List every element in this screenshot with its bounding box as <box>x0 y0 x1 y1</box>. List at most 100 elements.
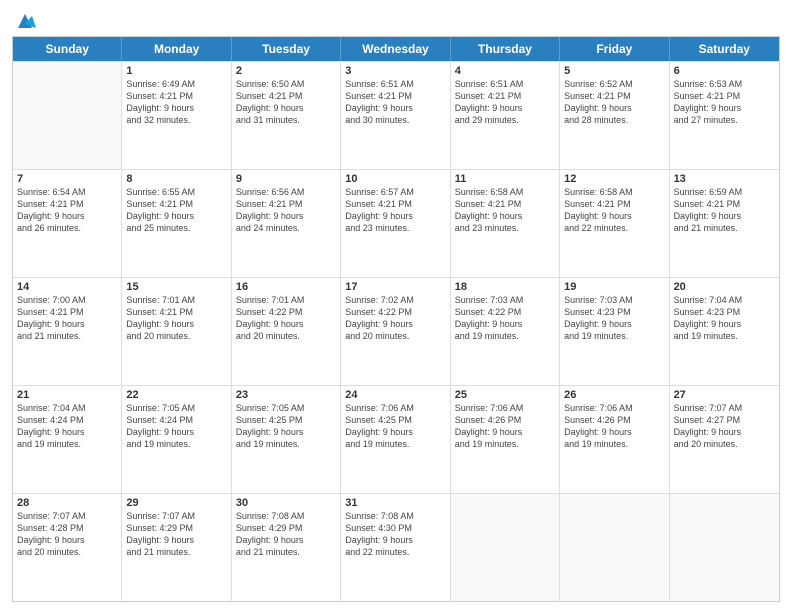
day-number: 24 <box>345 389 445 401</box>
calendar-cell: 5Sunrise: 6:52 AM Sunset: 4:21 PM Daylig… <box>560 62 669 169</box>
calendar-cell: 19Sunrise: 7:03 AM Sunset: 4:23 PM Dayli… <box>560 278 669 385</box>
day-number: 13 <box>674 173 775 185</box>
day-number: 25 <box>455 389 555 401</box>
day-info: Sunrise: 6:56 AM Sunset: 4:21 PM Dayligh… <box>236 186 336 235</box>
day-info: Sunrise: 6:55 AM Sunset: 4:21 PM Dayligh… <box>126 186 226 235</box>
calendar-cell: 3Sunrise: 6:51 AM Sunset: 4:21 PM Daylig… <box>341 62 450 169</box>
day-info: Sunrise: 6:50 AM Sunset: 4:21 PM Dayligh… <box>236 78 336 127</box>
calendar-row: 14Sunrise: 7:00 AM Sunset: 4:21 PM Dayli… <box>13 277 779 385</box>
weekday-header: Thursday <box>451 37 560 61</box>
calendar-row: 28Sunrise: 7:07 AM Sunset: 4:28 PM Dayli… <box>13 493 779 601</box>
day-number: 11 <box>455 173 555 185</box>
day-number: 21 <box>17 389 117 401</box>
calendar-header: SundayMondayTuesdayWednesdayThursdayFrid… <box>13 37 779 61</box>
day-info: Sunrise: 7:02 AM Sunset: 4:22 PM Dayligh… <box>345 294 445 343</box>
calendar-cell: 30Sunrise: 7:08 AM Sunset: 4:29 PM Dayli… <box>232 494 341 601</box>
day-info: Sunrise: 7:05 AM Sunset: 4:24 PM Dayligh… <box>126 402 226 451</box>
day-info: Sunrise: 6:59 AM Sunset: 4:21 PM Dayligh… <box>674 186 775 235</box>
weekday-header: Sunday <box>13 37 122 61</box>
calendar-cell: 15Sunrise: 7:01 AM Sunset: 4:21 PM Dayli… <box>122 278 231 385</box>
calendar-cell: 21Sunrise: 7:04 AM Sunset: 4:24 PM Dayli… <box>13 386 122 493</box>
weekday-header: Wednesday <box>341 37 450 61</box>
day-info: Sunrise: 6:51 AM Sunset: 4:21 PM Dayligh… <box>455 78 555 127</box>
day-number: 30 <box>236 497 336 509</box>
day-number: 12 <box>564 173 664 185</box>
day-info: Sunrise: 6:52 AM Sunset: 4:21 PM Dayligh… <box>564 78 664 127</box>
day-number: 9 <box>236 173 336 185</box>
day-info: Sunrise: 6:49 AM Sunset: 4:21 PM Dayligh… <box>126 78 226 127</box>
calendar-cell: 16Sunrise: 7:01 AM Sunset: 4:22 PM Dayli… <box>232 278 341 385</box>
day-info: Sunrise: 6:53 AM Sunset: 4:21 PM Dayligh… <box>674 78 775 127</box>
day-info: Sunrise: 7:04 AM Sunset: 4:24 PM Dayligh… <box>17 402 117 451</box>
day-info: Sunrise: 7:07 AM Sunset: 4:27 PM Dayligh… <box>674 402 775 451</box>
calendar-cell: 20Sunrise: 7:04 AM Sunset: 4:23 PM Dayli… <box>670 278 779 385</box>
calendar-cell: 7Sunrise: 6:54 AM Sunset: 4:21 PM Daylig… <box>13 170 122 277</box>
day-number: 31 <box>345 497 445 509</box>
day-number: 15 <box>126 281 226 293</box>
calendar-cell: 29Sunrise: 7:07 AM Sunset: 4:29 PM Dayli… <box>122 494 231 601</box>
day-number: 7 <box>17 173 117 185</box>
day-info: Sunrise: 7:06 AM Sunset: 4:25 PM Dayligh… <box>345 402 445 451</box>
day-number: 19 <box>564 281 664 293</box>
calendar-cell: 31Sunrise: 7:08 AM Sunset: 4:30 PM Dayli… <box>341 494 450 601</box>
day-info: Sunrise: 7:03 AM Sunset: 4:23 PM Dayligh… <box>564 294 664 343</box>
day-number: 20 <box>674 281 775 293</box>
day-info: Sunrise: 6:51 AM Sunset: 4:21 PM Dayligh… <box>345 78 445 127</box>
day-info: Sunrise: 6:58 AM Sunset: 4:21 PM Dayligh… <box>564 186 664 235</box>
calendar-cell: 1Sunrise: 6:49 AM Sunset: 4:21 PM Daylig… <box>122 62 231 169</box>
calendar-cell: 9Sunrise: 6:56 AM Sunset: 4:21 PM Daylig… <box>232 170 341 277</box>
calendar-row: 1Sunrise: 6:49 AM Sunset: 4:21 PM Daylig… <box>13 61 779 169</box>
day-number: 2 <box>236 65 336 77</box>
day-info: Sunrise: 6:58 AM Sunset: 4:21 PM Dayligh… <box>455 186 555 235</box>
calendar-body: 1Sunrise: 6:49 AM Sunset: 4:21 PM Daylig… <box>13 61 779 601</box>
day-number: 4 <box>455 65 555 77</box>
calendar-cell: 2Sunrise: 6:50 AM Sunset: 4:21 PM Daylig… <box>232 62 341 169</box>
calendar-cell: 10Sunrise: 6:57 AM Sunset: 4:21 PM Dayli… <box>341 170 450 277</box>
day-info: Sunrise: 7:01 AM Sunset: 4:21 PM Dayligh… <box>126 294 226 343</box>
header <box>12 10 780 28</box>
day-info: Sunrise: 7:06 AM Sunset: 4:26 PM Dayligh… <box>455 402 555 451</box>
calendar: SundayMondayTuesdayWednesdayThursdayFrid… <box>12 36 780 602</box>
calendar-cell: 23Sunrise: 7:05 AM Sunset: 4:25 PM Dayli… <box>232 386 341 493</box>
calendar-cell: 24Sunrise: 7:06 AM Sunset: 4:25 PM Dayli… <box>341 386 450 493</box>
calendar-cell: 11Sunrise: 6:58 AM Sunset: 4:21 PM Dayli… <box>451 170 560 277</box>
day-number: 28 <box>17 497 117 509</box>
day-number: 6 <box>674 65 775 77</box>
day-info: Sunrise: 7:03 AM Sunset: 4:22 PM Dayligh… <box>455 294 555 343</box>
day-number: 22 <box>126 389 226 401</box>
calendar-cell: 6Sunrise: 6:53 AM Sunset: 4:21 PM Daylig… <box>670 62 779 169</box>
weekday-header: Monday <box>122 37 231 61</box>
calendar-cell <box>670 494 779 601</box>
day-number: 29 <box>126 497 226 509</box>
day-info: Sunrise: 7:08 AM Sunset: 4:30 PM Dayligh… <box>345 510 445 559</box>
calendar-cell <box>451 494 560 601</box>
calendar-cell: 13Sunrise: 6:59 AM Sunset: 4:21 PM Dayli… <box>670 170 779 277</box>
day-number: 10 <box>345 173 445 185</box>
day-number: 8 <box>126 173 226 185</box>
calendar-cell: 26Sunrise: 7:06 AM Sunset: 4:26 PM Dayli… <box>560 386 669 493</box>
day-info: Sunrise: 7:01 AM Sunset: 4:22 PM Dayligh… <box>236 294 336 343</box>
day-info: Sunrise: 7:07 AM Sunset: 4:28 PM Dayligh… <box>17 510 117 559</box>
day-info: Sunrise: 7:08 AM Sunset: 4:29 PM Dayligh… <box>236 510 336 559</box>
calendar-cell <box>13 62 122 169</box>
calendar-cell: 12Sunrise: 6:58 AM Sunset: 4:21 PM Dayli… <box>560 170 669 277</box>
page: SundayMondayTuesdayWednesdayThursdayFrid… <box>0 0 792 612</box>
calendar-cell: 18Sunrise: 7:03 AM Sunset: 4:22 PM Dayli… <box>451 278 560 385</box>
day-number: 14 <box>17 281 117 293</box>
day-number: 18 <box>455 281 555 293</box>
weekday-header: Friday <box>560 37 669 61</box>
day-info: Sunrise: 7:00 AM Sunset: 4:21 PM Dayligh… <box>17 294 117 343</box>
calendar-cell: 17Sunrise: 7:02 AM Sunset: 4:22 PM Dayli… <box>341 278 450 385</box>
day-number: 26 <box>564 389 664 401</box>
calendar-row: 7Sunrise: 6:54 AM Sunset: 4:21 PM Daylig… <box>13 169 779 277</box>
weekday-header: Tuesday <box>232 37 341 61</box>
day-number: 16 <box>236 281 336 293</box>
calendar-cell: 14Sunrise: 7:00 AM Sunset: 4:21 PM Dayli… <box>13 278 122 385</box>
day-info: Sunrise: 7:04 AM Sunset: 4:23 PM Dayligh… <box>674 294 775 343</box>
calendar-row: 21Sunrise: 7:04 AM Sunset: 4:24 PM Dayli… <box>13 385 779 493</box>
day-number: 27 <box>674 389 775 401</box>
day-info: Sunrise: 7:05 AM Sunset: 4:25 PM Dayligh… <box>236 402 336 451</box>
day-number: 5 <box>564 65 664 77</box>
day-info: Sunrise: 6:57 AM Sunset: 4:21 PM Dayligh… <box>345 186 445 235</box>
calendar-cell: 4Sunrise: 6:51 AM Sunset: 4:21 PM Daylig… <box>451 62 560 169</box>
